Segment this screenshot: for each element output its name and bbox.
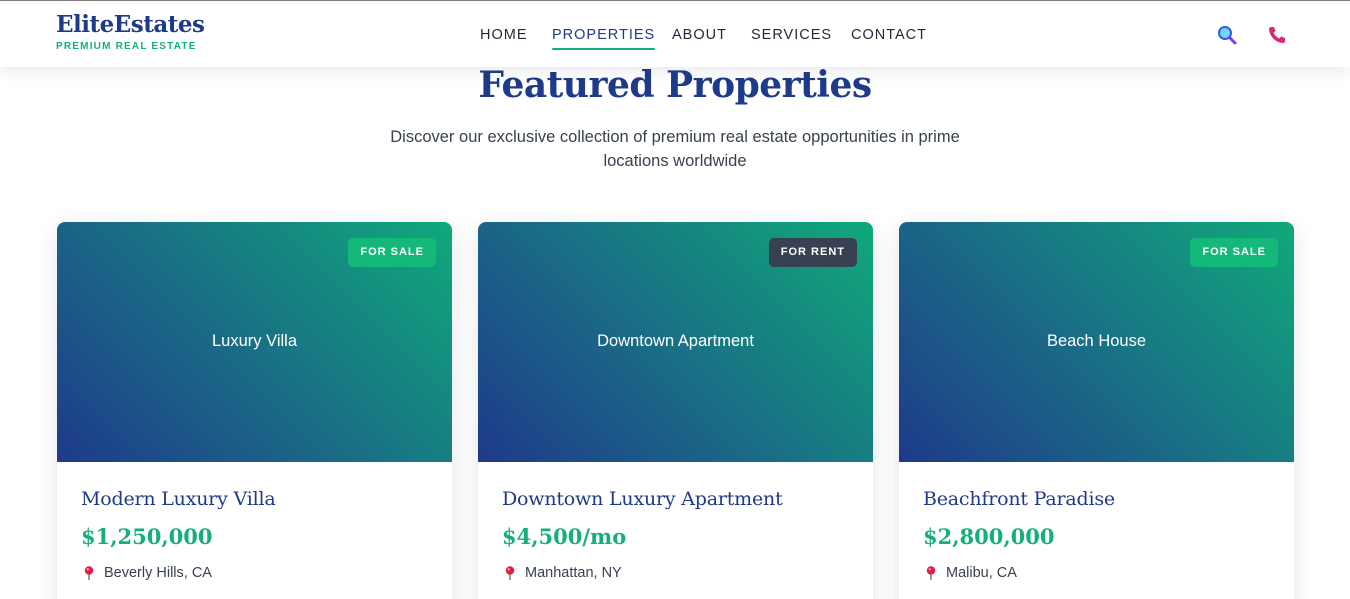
property-image-label: Downtown Apartment — [597, 332, 754, 350]
nav-services[interactable]: SERVICES — [751, 26, 832, 44]
location-text: Malibu, CA — [946, 565, 1017, 581]
property-image[interactable]: FOR SALE Beach House — [899, 222, 1294, 462]
location-text: Manhattan, NY — [525, 565, 622, 581]
status-badge: FOR RENT — [768, 238, 857, 267]
property-card[interactable]: FOR RENT Downtown Apartment Downtown Lux… — [478, 222, 873, 599]
brand-tagline: PREMIUM REAL ESTATE — [56, 41, 197, 52]
property-price: $2,800,000 — [923, 524, 1055, 549]
property-image-label: Luxury Villa — [212, 332, 297, 350]
location-text: Beverly Hills, CA — [104, 565, 212, 581]
site-header: EliteEstates PREMIUM REAL ESTATE HOME PR… — [0, 0, 1350, 67]
property-location: Beverly Hills, CA — [81, 563, 212, 583]
brand-logo[interactable]: EliteEstates PREMIUM REAL ESTATE — [56, 11, 205, 52]
location-pin-icon — [81, 565, 97, 581]
nav-properties[interactable]: PROPERTIES — [552, 26, 656, 50]
phone-icon[interactable] — [1267, 25, 1287, 45]
section-title: Featured Properties — [478, 64, 872, 106]
brand-name: EliteEstates — [56, 11, 205, 38]
property-title[interactable]: Beachfront Paradise — [923, 486, 1115, 512]
nav-about[interactable]: ABOUT — [672, 26, 727, 44]
search-icon[interactable] — [1217, 25, 1237, 45]
property-card[interactable]: FOR SALE Beach House Beachfront Paradise… — [899, 222, 1294, 599]
location-pin-icon — [923, 565, 939, 581]
property-price: $1,250,000 — [81, 524, 213, 549]
property-image[interactable]: FOR SALE Luxury Villa — [57, 222, 452, 462]
property-location: Manhattan, NY — [502, 563, 622, 583]
nav-contact[interactable]: CONTACT — [851, 26, 927, 44]
property-title[interactable]: Modern Luxury Villa — [81, 486, 276, 512]
property-image-label: Beach House — [1046, 332, 1147, 350]
property-card[interactable]: FOR SALE Luxury Villa Modern Luxury Vill… — [57, 222, 452, 599]
nav-home[interactable]: HOME — [480, 26, 528, 44]
property-image[interactable]: FOR RENT Downtown Apartment — [478, 222, 873, 462]
property-location: Malibu, CA — [923, 563, 1017, 583]
status-badge: FOR SALE — [348, 238, 436, 267]
section-description: Discover our exclusive collection of pre… — [390, 128, 960, 170]
status-badge: FOR SALE — [1190, 238, 1278, 267]
property-title[interactable]: Downtown Luxury Apartment — [502, 486, 783, 512]
property-price: $4,500/mo — [502, 524, 627, 549]
location-pin-icon — [502, 565, 518, 581]
